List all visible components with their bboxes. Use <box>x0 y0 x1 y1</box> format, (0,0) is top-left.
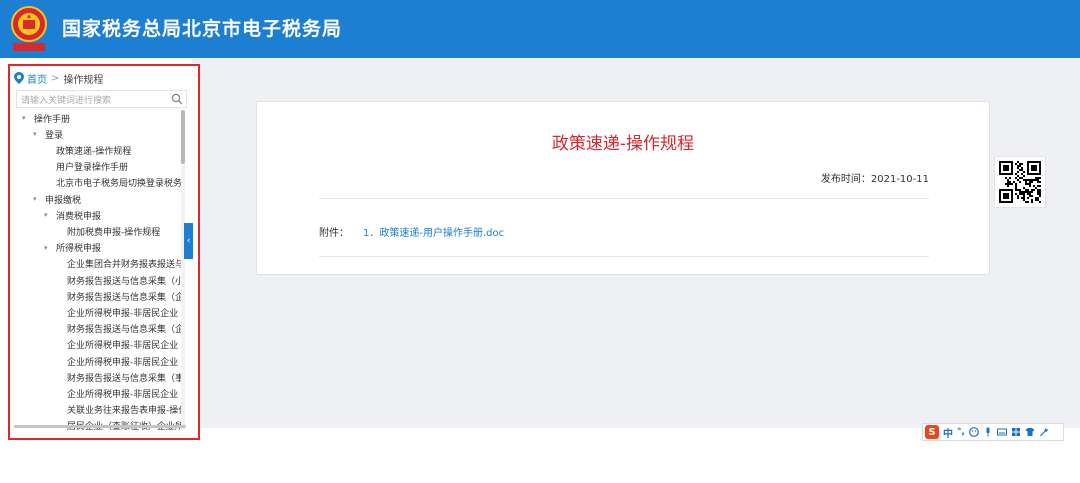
attachment-link[interactable]: 1．政策速递-用户操作手册.doc <box>363 224 504 239</box>
attachment-label: 附件： <box>319 228 349 239</box>
sogou-logo-icon[interactable]: S <box>925 425 939 439</box>
search-icon[interactable] <box>171 93 183 105</box>
tree-item-label: 企业所得税申报-非居民企业 <box>67 389 179 400</box>
tree-item-label: 企业所得税申报-非居民企业 <box>67 308 179 319</box>
tree-item-label: 关联业务往来报告表申报-操作 <box>67 406 182 417</box>
attachment-row: 附件： 1．政策速递-用户操作手册.doc <box>319 224 504 239</box>
breadcrumb-current: 操作规程 <box>63 74 104 86</box>
tree-item[interactable]: 政策速递-操作规程 <box>44 142 131 158</box>
tree-scrollbar-thumb[interactable] <box>181 110 185 164</box>
tree-item-label: 申报缴税 <box>45 195 82 206</box>
publish-date: 发布时间：2021-10-11 <box>821 170 929 185</box>
tree-item[interactable]: 财务报告报送与信息采集（企 <box>55 288 182 304</box>
tree-item[interactable]: 用户登录操作手册 <box>44 159 128 175</box>
tree-item-label: 操作手册 <box>34 114 71 125</box>
tree-item[interactable]: ▾ 登录 <box>33 126 63 142</box>
tree-item-label: 所得税申报 <box>56 244 102 255</box>
tree-item[interactable]: 财务报告报送与信息采集（小 <box>55 272 182 288</box>
tree-item[interactable]: 财务报告报送与信息采集（企 <box>55 321 182 337</box>
shirt-icon[interactable] <box>1025 427 1035 437</box>
breadcrumb-home-link[interactable]: 首页 <box>27 71 47 86</box>
tree-item-label: 财务报告报送与信息采集（企 <box>67 325 182 336</box>
tree-item-label: 消费税申报 <box>56 211 102 222</box>
expand-caret-icon[interactable]: ▾ <box>44 211 53 219</box>
ime-toolbar[interactable]: S 中 °, <box>922 423 1064 441</box>
tree-item-label: 财务报告报送与信息采集（小 <box>67 276 182 287</box>
collapse-arrow-icon: ‹ <box>186 236 191 246</box>
tree-item[interactable]: 居民企业（查账征收）企业所 <box>55 418 182 430</box>
publish-date-label: 发布时间： <box>820 174 871 185</box>
divider-bottom <box>319 256 929 257</box>
site-title: 国家税务总局北京市电子税务局 <box>62 18 343 40</box>
article-title: 政策速递-操作规程 <box>551 134 695 154</box>
keyboard-icon[interactable] <box>996 427 1007 437</box>
top-header: 国家税务总局北京市电子税务局 <box>0 0 1080 58</box>
tree-item[interactable]: 企业所得税申报-非居民企业 <box>55 385 178 401</box>
location-pin-icon <box>14 72 24 84</box>
breadcrumb: 首页 > 操作规程 <box>14 70 103 86</box>
tree-item[interactable]: 企业所得税申报-非居民企业 <box>55 353 178 369</box>
tree-item[interactable]: 附加税费申报-操作规程 <box>55 223 160 239</box>
search-input[interactable]: 请输入关键词进行搜索 <box>16 90 187 108</box>
tree-item[interactable]: ▾ 操作手册 <box>22 110 70 126</box>
expand-caret-icon[interactable]: ▾ <box>33 130 42 138</box>
expand-caret-icon[interactable]: ▾ <box>22 114 31 122</box>
tree-item-label: 企业集团合并财务报表报送与 <box>67 260 182 271</box>
divider-top <box>319 198 929 199</box>
qr-code-icon <box>999 161 1041 203</box>
tree-item-label: 政策速递-操作规程 <box>56 146 132 157</box>
tree-item[interactable]: ▾ 所得税申报 <box>44 240 101 256</box>
tree-item[interactable]: 财务报告报送与信息采集（事 <box>55 369 182 385</box>
tree-item[interactable]: ▾ 申报缴税 <box>33 191 81 207</box>
tree-item-label: 财务报告报送与信息采集（事 <box>67 373 182 384</box>
tree-item-label: 用户登录操作手册 <box>56 163 129 174</box>
expand-caret-icon[interactable]: ▾ <box>33 195 42 203</box>
tree-item-label: 登录 <box>45 130 64 141</box>
sidebar-collapse-button[interactable]: ‹ <box>184 223 193 259</box>
tree-item[interactable]: ▾ 消费税申报 <box>44 207 101 223</box>
wrench-icon[interactable] <box>1039 427 1049 437</box>
tree-item-label: 附加税费申报-操作规程 <box>67 227 161 238</box>
microphone-icon[interactable] <box>983 427 993 437</box>
publish-date-value: 2021-10-11 <box>870 174 929 185</box>
tree-item[interactable]: 关联业务往来报告表申报-操作 <box>55 402 182 418</box>
tree-item[interactable]: 企业所得税申报-非居民企业 <box>55 337 178 353</box>
tree-item-label: 企业所得税申报-非居民企业 <box>67 357 179 368</box>
tree-item-label: 北京市电子税务局切换登录税务 <box>56 179 182 190</box>
breadcrumb-separator: > <box>51 72 60 84</box>
article-card: 政策速递-操作规程 发布时间：2021-10-11 附件： 1．政策速递-用户操… <box>256 101 990 275</box>
emoji-icon[interactable] <box>969 427 979 437</box>
qr-code <box>994 156 1046 208</box>
grid-icon[interactable] <box>1011 427 1021 437</box>
sidebar-panel: 首页 > 操作规程 请输入关键词进行搜索 ▾ 操作手册 ▾ 登录 政策速递-操作规程 用户… <box>8 64 200 440</box>
tree-item[interactable]: 企业集团合并财务报表报送与 <box>55 256 182 272</box>
emblem-icon <box>11 6 47 51</box>
tree-item[interactable]: 企业所得税申报-非居民企业 <box>55 304 178 320</box>
tree-item[interactable]: 北京市电子税务局切换登录税务 <box>44 175 182 191</box>
category-tree: ▾ 操作手册 ▾ 登录 政策速递-操作规程 用户登录操作手册 北京市电子税务局切换登录税务 ▾… <box>10 110 182 430</box>
ime-punct-toggle[interactable]: °, <box>957 427 965 437</box>
tree-horizontal-scrollbar[interactable] <box>14 425 186 428</box>
expand-caret-icon[interactable]: ▾ <box>44 244 53 252</box>
ime-mode-toggle[interactable]: 中 <box>943 425 953 440</box>
tree-item-label: 企业所得税申报-非居民企业 <box>67 341 179 352</box>
tree-item-label: 财务报告报送与信息采集（企 <box>67 292 182 303</box>
search-placeholder: 请输入关键词进行搜索 <box>21 95 112 106</box>
